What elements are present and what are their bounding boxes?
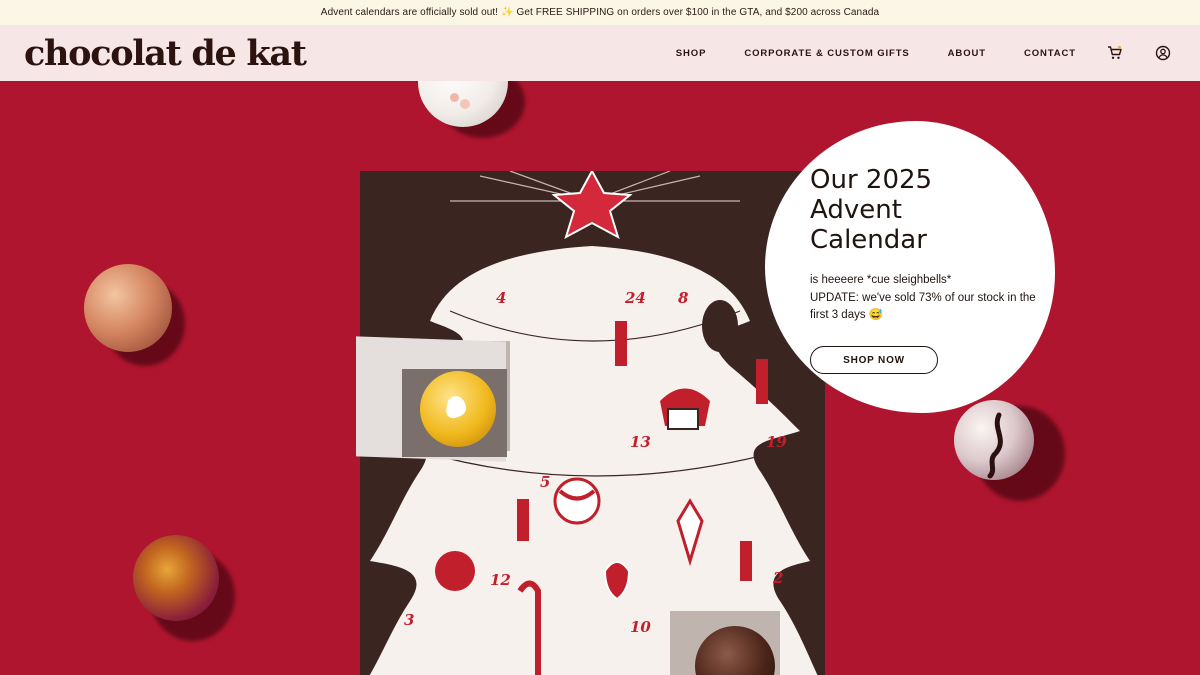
orange-truffle	[84, 264, 172, 352]
gold-truffle	[133, 535, 219, 621]
announcement-text: Advent calendars are officially sold out…	[320, 7, 880, 18]
site-header: chocolat de kat SHOP CORPORATE & CUSTOM …	[0, 25, 1200, 81]
nav-shop[interactable]: SHOP	[676, 48, 707, 59]
calendar-number: 5	[540, 473, 551, 491]
nav-about[interactable]: ABOUT	[948, 48, 986, 59]
calendar-number: 2	[773, 569, 784, 587]
calendar-number: 12	[490, 571, 511, 589]
nav-corporate-gifts[interactable]: CORPORATE & CUSTOM GIFTS	[744, 48, 909, 59]
nav-contact[interactable]: CONTACT	[1024, 48, 1076, 59]
cart-icon[interactable]	[1106, 44, 1124, 62]
calendar-number: 3	[404, 611, 415, 629]
account-icon[interactable]	[1154, 44, 1172, 62]
shop-now-button[interactable]: SHOP NOW	[810, 346, 938, 374]
hero-section: 4 24 8 13 19 5 12 2 3 10 Our 2025 Advent…	[0, 81, 1200, 675]
advent-calendar-image: 4 24 8 13 19 5 12 2 3 10	[356, 171, 825, 675]
announcement-bar: Advent calendars are officially sold out…	[0, 0, 1200, 25]
main-nav: SHOP CORPORATE & CUSTOM GIFTS ABOUT CONT…	[638, 25, 1172, 81]
hero-title: Our 2025 Advent Calendar	[810, 165, 933, 255]
logo[interactable]: chocolat de kat	[24, 33, 307, 74]
hero-text: is heeeere *cue sleighbells* UPDATE: we'…	[810, 272, 1040, 325]
hero-text-line-2: UPDATE: we've sold 73% of our stock in t…	[810, 291, 1036, 322]
calendar-number: 24	[625, 289, 646, 307]
calendar-number: 19	[766, 433, 787, 451]
calendar-number: 8	[678, 289, 689, 307]
yellow-truffle	[420, 371, 496, 447]
calendar-number: 13	[630, 433, 651, 451]
marbled-truffle	[954, 400, 1034, 480]
calendar-number: 10	[630, 618, 651, 636]
hero-text-line-1: is heeeere *cue sleighbells*	[810, 274, 952, 286]
calendar-number: 4	[496, 289, 507, 307]
